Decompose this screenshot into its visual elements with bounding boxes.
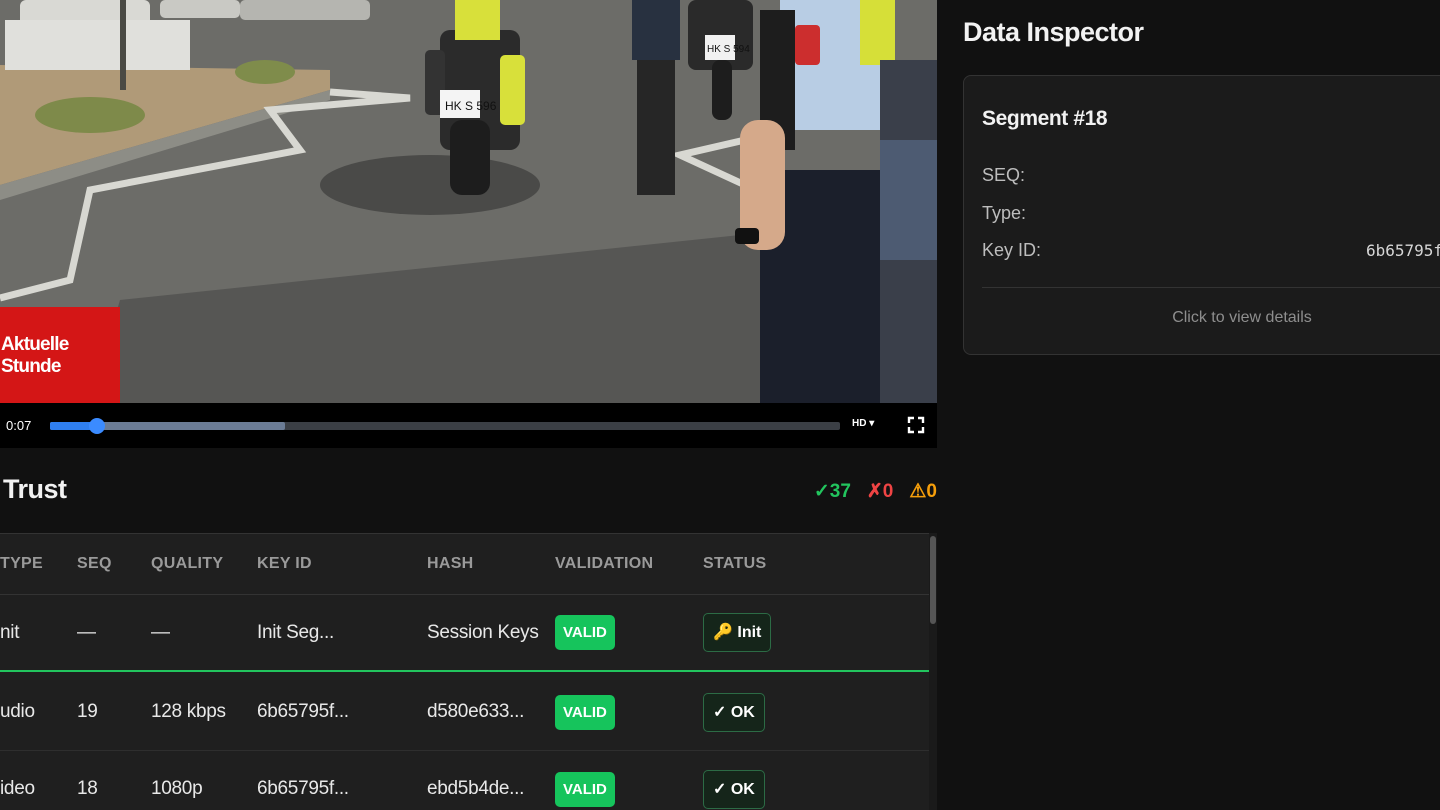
key-id-label: Key ID:: [982, 240, 1042, 260]
cell-quality: 128 kbps: [151, 701, 226, 722]
inspector-title: Data Inspector: [963, 17, 1144, 47]
cell-hash: ebd5b4de...: [427, 778, 525, 799]
table-header: TYPE SEQ QUALITY KEY ID HASH VALIDATION …: [0, 534, 929, 595]
cell-seq: 18: [77, 778, 98, 799]
view-details-link[interactable]: Click to view details: [964, 309, 1440, 327]
svg-text:HK S 594: HK S 594: [707, 44, 750, 55]
video-player[interactable]: HK S 596 HK S 594 Aktuelle Stunde 0:07 H…: [0, 0, 937, 448]
video-frame: HK S 596 HK S 594: [0, 0, 937, 403]
warning-count: ⚠0: [909, 481, 937, 502]
column-validation[interactable]: VALIDATION: [555, 555, 653, 573]
trust-title: Trust: [3, 474, 67, 504]
cell-key-id: 6b65795f...: [257, 778, 349, 799]
status-badge: ✓ OK: [703, 769, 765, 809]
key-id-value: 6b65795f: [1366, 241, 1440, 260]
valid-badge: VALID: [555, 771, 615, 807]
column-status[interactable]: STATUS: [703, 555, 766, 573]
table-row[interactable]: ideo 18 1080p 6b65795f... ebd5b4de... VA…: [0, 751, 929, 810]
cell-type: ideo: [0, 778, 35, 799]
card-divider: [982, 287, 1440, 288]
cell-key-id: 6b65795f...: [257, 701, 349, 722]
valid-count: ✓37: [813, 481, 851, 502]
segment-card[interactable]: Segment #18 SEQ: Type: Key ID: 6b65795f …: [963, 75, 1440, 355]
progress-handle[interactable]: [89, 418, 106, 434]
cell-key-id: Init Seg...: [257, 621, 334, 643]
cell-hash: Session Keys: [427, 621, 539, 643]
svg-text:HK S 596: HK S 596: [445, 99, 497, 113]
segment-title: Segment #18: [982, 107, 1108, 130]
seq-label: SEQ:: [982, 165, 1026, 185]
cell-type: udio: [0, 701, 35, 722]
table-row[interactable]: udio 19 128 kbps 6b65795f... d580e633...…: [0, 674, 929, 751]
error-count: ✗0: [866, 481, 894, 502]
type-label: Type:: [982, 203, 1027, 223]
table-row[interactable]: nit — — Init Seg... Session Keys VALID 🔑…: [0, 595, 929, 672]
valid-badge: VALID: [555, 615, 615, 650]
column-quality[interactable]: QUALITY: [151, 555, 223, 573]
column-type[interactable]: TYPE: [0, 555, 43, 573]
ticker-label: Aktuelle Stunde: [1, 334, 69, 377]
cell-quality: 1080p: [151, 778, 203, 799]
validation-counts: ✓37 ✗0 ⚠0: [814, 480, 937, 503]
cell-quality: —: [151, 621, 170, 643]
progress-bar[interactable]: [50, 418, 840, 434]
cell-seq: —: [77, 621, 96, 643]
playback-time: 0:07: [6, 418, 32, 433]
news-ticker-badge: Aktuelle Stunde: [0, 307, 120, 405]
quality-selector[interactable]: HD ▾: [852, 418, 874, 429]
column-seq[interactable]: SEQ: [77, 555, 112, 573]
scrollbar-thumb[interactable]: [930, 536, 936, 624]
cell-seq: 19: [77, 701, 98, 722]
cell-type: nit: [0, 621, 20, 643]
status-badge: ✓ OK: [703, 692, 765, 732]
segments-table: TYPE SEQ QUALITY KEY ID HASH VALIDATION …: [0, 533, 929, 810]
fullscreen-icon[interactable]: [907, 416, 925, 434]
status-badge: 🔑 Init: [703, 613, 772, 652]
video-controls: 0:07 HD ▾: [0, 403, 937, 448]
valid-badge: VALID: [555, 694, 615, 730]
column-key-id[interactable]: KEY ID: [257, 555, 312, 573]
column-hash[interactable]: HASH: [427, 555, 474, 573]
cell-hash: d580e633...: [427, 701, 525, 722]
table-scrollbar[interactable]: [929, 533, 937, 810]
